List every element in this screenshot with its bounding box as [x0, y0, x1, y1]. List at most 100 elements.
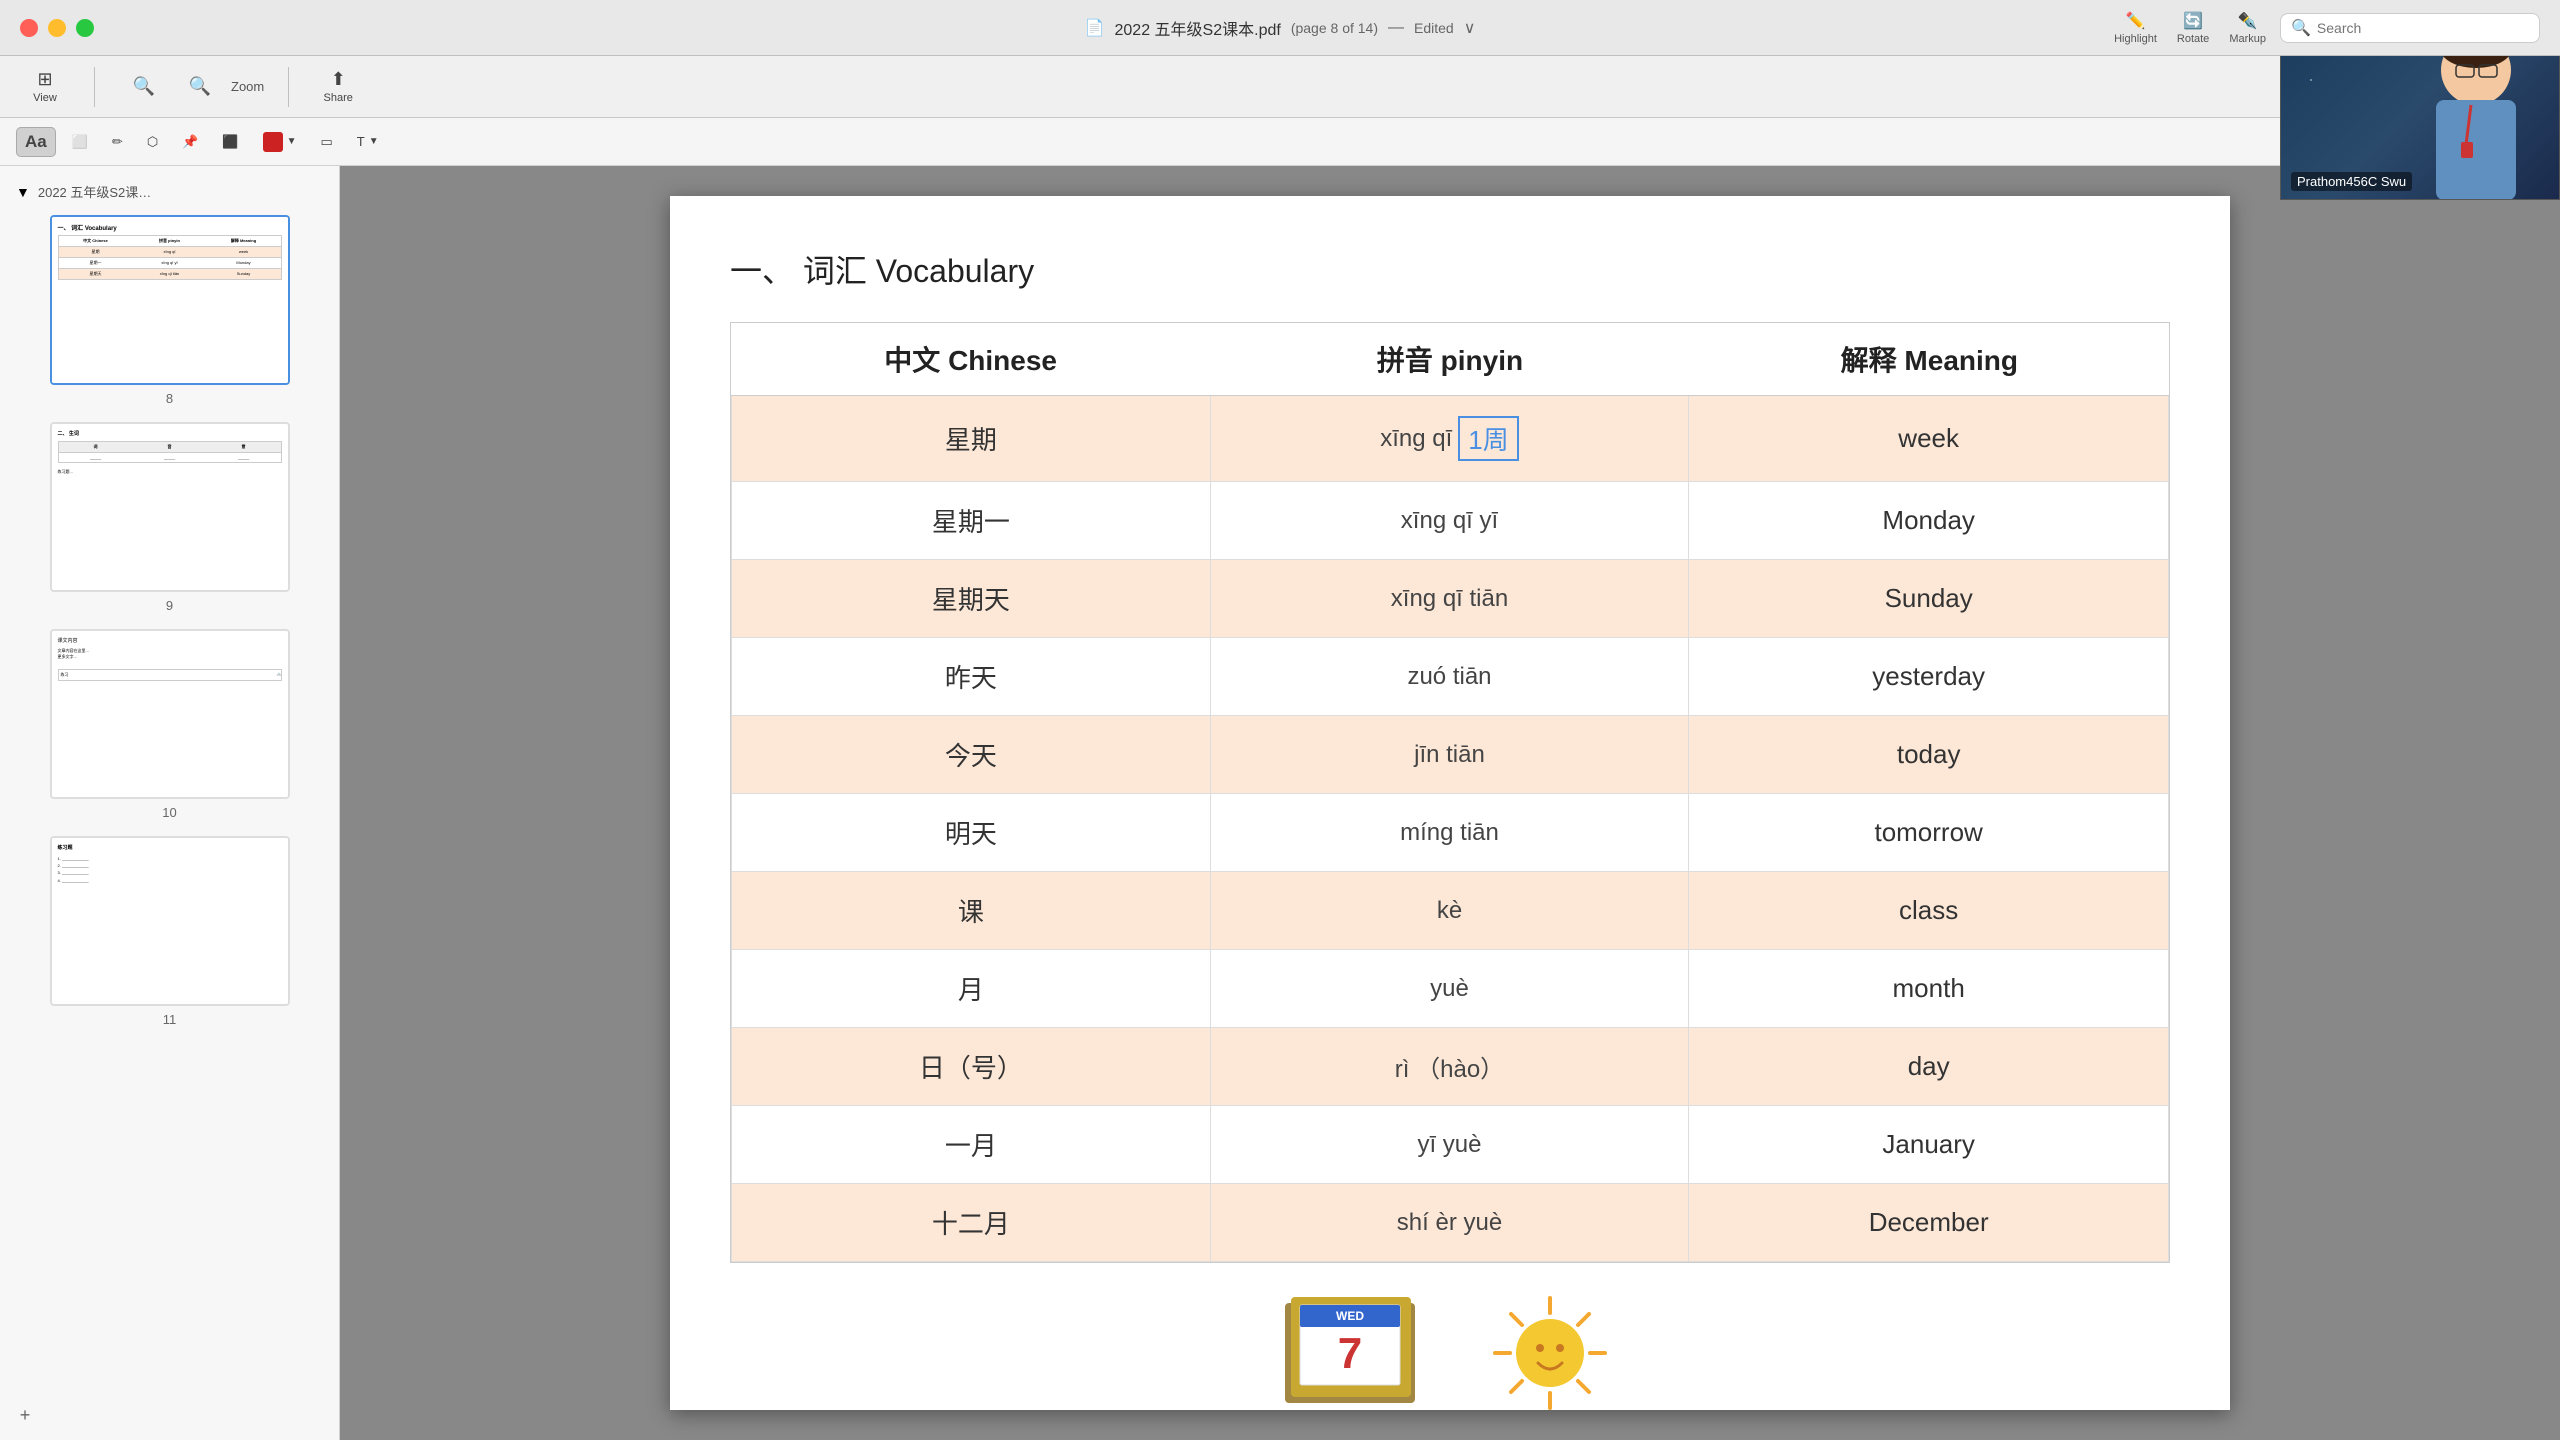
share-label: Share [324, 92, 353, 104]
zoom-label: Zoom [231, 79, 264, 94]
search-input[interactable] [2317, 20, 2517, 36]
meaning-cell: day [1689, 1028, 2168, 1105]
chinese-text: 一月 [945, 1126, 997, 1163]
pinyin-cell: yuè [1211, 950, 1690, 1027]
maximize-button[interactable] [76, 19, 94, 37]
chinese-text: 星期 [945, 420, 997, 457]
markup-button[interactable]: ✒️ Markup [2223, 7, 2272, 49]
pinyin-cell: xīng qī tiān [1211, 560, 1690, 637]
sidebar: ▼ 2022 五年级S2课… 一、 词汇 Vocabulary 中文 Chine… [0, 166, 340, 1440]
pinyin-text: yī yuè [1417, 1131, 1481, 1159]
pinyin-cell: xīng qī yī [1211, 482, 1690, 559]
chinese-cell: 星期一 [732, 482, 1211, 559]
titlebar-right: ✏️ Highlight 🔄 Rotate ✒️ Markup 🔍 [2108, 7, 2540, 49]
sidebar-header: ▼ 2022 五年级S2课… [8, 176, 331, 207]
pinyin-text: shí èr yuè [1397, 1209, 1502, 1237]
share-button[interactable]: ⬆ Share [313, 65, 363, 108]
font-icon: T [357, 134, 365, 149]
thumbnail-page-10[interactable]: 课文内容 文章内容在这里... 更多文字... 🚲 练习 10 [8, 629, 331, 820]
search-icon: 🔍 [2291, 18, 2311, 38]
pinyin-text: xīng qī [1380, 425, 1452, 453]
meaning-text: day [1908, 1051, 1950, 1082]
thumb-frame-10: 课文内容 文章内容在这里... 更多文字... 🚲 练习 [50, 629, 290, 799]
chinese-cell: 昨天 [732, 638, 1211, 715]
highlight-label: Highlight [2114, 33, 2157, 45]
thumb-num-11: 11 [163, 1012, 177, 1027]
close-button[interactable] [20, 19, 38, 37]
thumb-num-10: 10 [162, 805, 176, 820]
color-tool-button[interactable]: ▼ [255, 128, 305, 156]
chinese-cell: 课 [732, 872, 1211, 949]
sidebar-collapse-icon[interactable]: ▼ [16, 184, 30, 200]
meaning-cell: today [1689, 716, 2168, 793]
pen-tool-button[interactable]: ✏ [104, 130, 131, 154]
share-icon: ⬆ [331, 69, 346, 90]
stamp-tool-button[interactable]: ⬛ [214, 130, 246, 154]
meaning-text: December [1869, 1207, 1989, 1238]
col-header-pinyin: 拼音 pinyin [1210, 323, 1689, 395]
chinese-cell: 日（号） [732, 1028, 1211, 1105]
thumbnail-page-11[interactable]: 练习题 1. ____________ 2. ____________ 3. _… [8, 836, 331, 1027]
meaning-text: month [1893, 973, 1965, 1004]
toolbar-separator-2 [288, 67, 289, 107]
rect-tool-button[interactable]: ▭ [312, 130, 340, 154]
shape-tool-button[interactable]: ⬡ [139, 130, 166, 154]
rotate-label: Rotate [2177, 33, 2209, 45]
chinese-cell: 星期天 [732, 560, 1211, 637]
meaning-cell: yesterday [1689, 638, 2168, 715]
thumb-canvas-8: 一、 词汇 Vocabulary 中文 Chinese 拼音 pinyin 解释… [52, 217, 288, 383]
crop-tool-button[interactable]: ⬜ [64, 130, 96, 154]
text-tool-button[interactable]: Aa [16, 127, 56, 157]
sun-illustration [1475, 1283, 1625, 1423]
minimize-button[interactable] [48, 19, 66, 37]
note-tool-button[interactable]: 📌 [174, 130, 206, 154]
pinyin-text: zuó tiān [1407, 663, 1491, 691]
thumbnail-page-9[interactable]: 二、 生词 词 音 意 _____ _____ _____ 练习题... 9 [8, 422, 331, 613]
highlight-button[interactable]: ✏️ Highlight [2108, 7, 2163, 49]
section-title: 一、 词汇 Vocabulary [730, 246, 2170, 292]
webcam-label: Prathom456C Swu [2291, 172, 2412, 191]
table-row: 明天 míng tiān tomorrow [731, 794, 2169, 872]
add-page-button[interactable]: + [10, 1400, 40, 1430]
table-row: 一月 yī yuè January [731, 1106, 2169, 1184]
pinyin-text: kè [1437, 897, 1462, 925]
meaning-cell: month [1689, 950, 2168, 1027]
title-chevron[interactable]: ∨ [1464, 18, 1476, 38]
pinyin-cell: shí èr yuè [1211, 1184, 1690, 1261]
markup-label: Markup [2229, 33, 2266, 45]
rect-icon: ▭ [320, 134, 332, 150]
stamp-icon: ⬛ [222, 134, 238, 150]
thumb-canvas-11: 练习题 1. ____________ 2. ____________ 3. _… [52, 838, 288, 1004]
rotate-button[interactable]: 🔄 Rotate [2171, 7, 2215, 49]
note-icon: 📌 [182, 134, 198, 150]
toolbar-zoom-group: 🔍 🔍 Zoom [119, 72, 264, 101]
toolbar-separator-1 [94, 67, 95, 107]
meaning-text: week [1898, 423, 1959, 454]
pdf-page: 一、 词汇 Vocabulary 中文 Chinese 拼音 pinyin 解释… [670, 196, 2230, 1410]
window-title: 📄 2022 五年级S2课本.pdf (page 8 of 14) — Edit… [1085, 16, 1476, 40]
table-row: 课 kè class [731, 872, 2169, 950]
pinyin-text: yuè [1430, 975, 1469, 1003]
zoom-in-icon: 🔍 [189, 76, 211, 97]
pinyin-text: xīng qī tiān [1391, 585, 1508, 613]
table-row: 日（号） rì （hào） day [731, 1028, 2169, 1106]
view-button[interactable]: ⊞ View [20, 65, 70, 108]
thumb-frame-11: 练习题 1. ____________ 2. ____________ 3. _… [50, 836, 290, 1006]
table-row: 星期天 xīng qī tiān Sunday [731, 560, 2169, 638]
col-header-chinese: 中文 Chinese [731, 323, 1210, 395]
meaning-text: tomorrow [1874, 817, 1982, 848]
zoom-in-button[interactable]: 🔍 [175, 72, 225, 101]
chinese-cell: 明天 [732, 794, 1211, 871]
thumb-canvas-9: 二、 生词 词 音 意 _____ _____ _____ 练习题... [52, 424, 288, 590]
table-row: 昨天 zuó tiān yesterday [731, 638, 2169, 716]
pinyin-cell: jīn tiān [1211, 716, 1690, 793]
chinese-text: 昨天 [945, 658, 997, 695]
search-bar[interactable]: 🔍 [2280, 13, 2540, 43]
bottom-illustrations: WED 7 [730, 1283, 2170, 1423]
zoom-out-button[interactable]: 🔍 [119, 72, 169, 101]
chinese-text: 星期天 [932, 580, 1010, 617]
font-tool-button[interactable]: T ▼ [349, 130, 387, 153]
toolbar-top: ⊞ View 🔍 🔍 Zoom ⬆ Share [0, 56, 2560, 118]
view-icon: ⊞ [37, 69, 52, 90]
thumbnail-page-8[interactable]: 一、 词汇 Vocabulary 中文 Chinese 拼音 pinyin 解释… [8, 215, 331, 406]
